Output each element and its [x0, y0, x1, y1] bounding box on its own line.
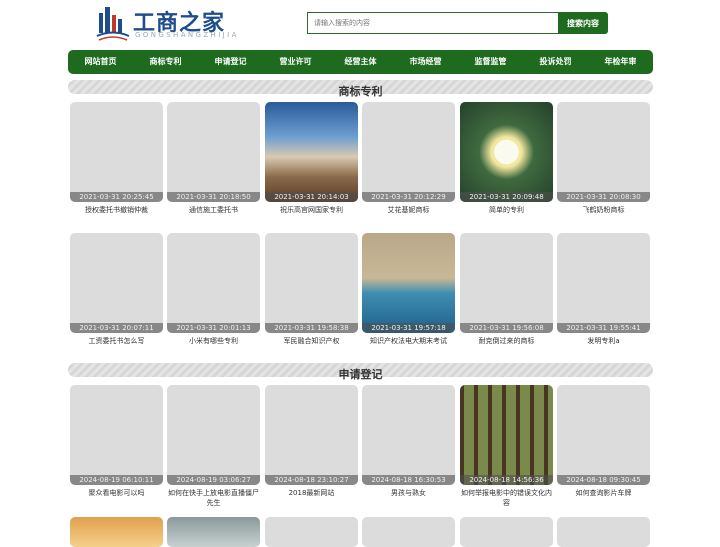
building-logo-icon — [96, 7, 130, 41]
nav-item[interactable]: 年检年审 — [588, 50, 653, 74]
site-logo[interactable]: 工商之家 GONGSHANGZHIJIA — [95, 3, 236, 43]
article-thumbnail[interactable]: 2021-03-31 19:56:08 — [460, 233, 553, 333]
article-thumbnail[interactable]: 2021-03-31 20:14:03 — [265, 102, 358, 202]
article-thumbnail[interactable]: 2024-08-19 06:10:11 — [70, 385, 163, 485]
article-thumbnail[interactable]: 2021-03-31 20:08:30 — [557, 102, 650, 202]
article-date: 2024-08-19 03:06:27 — [167, 475, 260, 485]
article-date: 2021-03-31 19:55:41 — [557, 323, 650, 333]
article-thumbnail[interactable]: 2021-03-31 19:58:38 — [265, 233, 358, 333]
article-thumbnail[interactable]: 2024-08-18 23:10:27 — [265, 385, 358, 485]
article-title-link[interactable]: 2018最新网站 — [265, 488, 358, 498]
article-thumbnail[interactable] — [167, 517, 260, 547]
article-card[interactable]: 2021-03-31 19:58:38 军民融合知识产权 — [265, 233, 358, 346]
nav-item[interactable]: 网站首页 — [68, 50, 133, 74]
article-card[interactable]: 2024-08-18 16:30:53 男孩与熟女 — [362, 385, 455, 498]
article-date: 2021-03-31 19:56:08 — [460, 323, 553, 333]
article-title-link[interactable]: 耐克倒过来的商标 — [460, 336, 553, 346]
article-date: 2021-03-31 20:08:30 — [557, 192, 650, 202]
article-card[interactable]: 2024-08-19 06:10:11 聚众看电影可以吗 — [70, 385, 163, 498]
article-card[interactable]: 2024-08-18 09:30:45 如何查询影片车牌 — [557, 385, 650, 498]
article-date: 2024-08-18 23:10:27 — [265, 475, 358, 485]
article-card[interactable]: 2024-08-18 23:10:27 2018最新网站 — [265, 385, 358, 498]
article-thumbnail[interactable]: 2021-03-31 19:57:18 — [362, 233, 455, 333]
article-thumbnail[interactable]: 2021-03-31 20:18:50 — [167, 102, 260, 202]
article-date: 2021-03-31 20:14:03 — [265, 192, 358, 202]
search-input[interactable] — [307, 12, 565, 34]
article-thumbnail[interactable]: 2021-03-31 19:55:41 — [557, 233, 650, 333]
main-nav: 网站首页 商标专利 申请登记 营业许可 经营主体 市场经营 监督监管 投诉处罚 年检年审 — [68, 50, 653, 74]
article-title-link[interactable]: 如何查询影片车牌 — [557, 488, 650, 498]
nav-item[interactable]: 投诉处罚 — [523, 50, 588, 74]
nav-item[interactable]: 监督监管 — [458, 50, 523, 74]
article-title-link[interactable]: 艾花基妮商标 — [362, 205, 455, 215]
article-title-link[interactable]: 如何在快手上放电影直播僵尸先生 — [167, 488, 260, 508]
logo-subtitle: GONGSHANGZHIJIA — [135, 31, 239, 39]
article-card[interactable]: 2021-03-31 20:01:13 小米有哪些专利 — [167, 233, 260, 346]
article-date: 2021-03-31 19:57:18 — [362, 323, 455, 333]
article-card[interactable]: 2021-03-31 20:18:50 通信施工委托书 — [167, 102, 260, 215]
nav-item[interactable]: 营业许可 — [263, 50, 328, 74]
section-title: 商标专利 — [338, 85, 383, 98]
article-title-link[interactable]: 男孩与熟女 — [362, 488, 455, 498]
article-date: 2021-03-31 20:07:11 — [70, 323, 163, 333]
article-card[interactable]: 2021-03-31 20:14:03 祝乐高官网国家专利 — [265, 102, 358, 215]
nav-item[interactable]: 经营主体 — [328, 50, 393, 74]
article-title-link[interactable]: 聚众看电影可以吗 — [70, 488, 163, 498]
article-title-link[interactable]: 授权委托书撤销仲裁 — [70, 205, 163, 215]
article-card[interactable]: 2021-03-31 19:57:18 知识产权法电大期末考试 — [362, 233, 455, 346]
article-thumbnail[interactable]: 2024-08-18 09:30:45 — [557, 385, 650, 485]
article-thumbnail[interactable]: 2021-03-31 20:07:11 — [70, 233, 163, 333]
article-title-link[interactable]: 祝乐高官网国家专利 — [265, 205, 358, 215]
article-card[interactable]: 2021-03-31 20:07:11 工资委托书怎么写 — [70, 233, 163, 346]
section-header: 申请登记 — [68, 363, 653, 381]
article-title-link[interactable]: 通信施工委托书 — [167, 205, 260, 215]
article-thumbnail[interactable] — [362, 517, 455, 547]
article-thumbnail[interactable]: 2021-03-31 20:25:45 — [70, 102, 163, 202]
search-button[interactable]: 搜索内容 — [558, 12, 608, 34]
article-title-link[interactable]: 知识产权法电大期末考试 — [362, 336, 455, 346]
article-title-link[interactable]: 小米有哪些专利 — [167, 336, 260, 346]
nav-item[interactable]: 申请登记 — [198, 50, 263, 74]
article-title-link[interactable]: 工资委托书怎么写 — [70, 336, 163, 346]
article-title-link[interactable]: 发明专利a — [557, 336, 650, 346]
article-thumbnail[interactable] — [265, 517, 358, 547]
section-title: 申请登记 — [338, 368, 383, 381]
article-date: 2021-03-31 20:01:13 — [167, 323, 260, 333]
article-thumbnail[interactable]: 2021-03-31 20:12:29 — [362, 102, 455, 202]
article-title-link[interactable]: 飞鹤奶粉商标 — [557, 205, 650, 215]
article-card[interactable]: 2024-08-19 03:06:27 如何在快手上放电影直播僵尸先生 — [167, 385, 260, 508]
article-thumbnail[interactable]: 2021-03-31 20:09:48 — [460, 102, 553, 202]
article-thumbnail[interactable] — [557, 517, 650, 547]
site-header: 工商之家 GONGSHANGZHIJIA 搜索内容 — [0, 0, 720, 48]
article-card[interactable]: 2024-08-18 14:56:36 如何举报电影中的错误文化内容 — [460, 385, 553, 508]
article-title-link[interactable]: 简单的专利 — [460, 205, 553, 215]
article-title-link[interactable]: 军民融合知识产权 — [265, 336, 358, 346]
article-card[interactable]: 2021-03-31 20:08:30 飞鹤奶粉商标 — [557, 102, 650, 215]
nav-item[interactable]: 商标专利 — [133, 50, 198, 74]
article-date: 2021-03-31 20:12:29 — [362, 192, 455, 202]
section-header: 商标专利 — [68, 80, 653, 98]
article-card[interactable]: 2021-03-31 20:25:45 授权委托书撤销仲裁 — [70, 102, 163, 215]
article-date: 2021-03-31 20:09:48 — [460, 192, 553, 202]
article-date: 2024-08-18 16:30:53 — [362, 475, 455, 485]
article-title-link[interactable]: 如何举报电影中的错误文化内容 — [460, 488, 553, 508]
article-date: 2024-08-19 06:10:11 — [70, 475, 163, 485]
article-date: 2021-03-31 20:25:45 — [70, 192, 163, 202]
article-date: 2024-08-18 14:56:36 — [460, 475, 553, 485]
article-thumbnail[interactable]: 2021-03-31 20:01:13 — [167, 233, 260, 333]
article-date: 2021-03-31 20:18:50 — [167, 192, 260, 202]
article-card[interactable]: 2021-03-31 20:09:48 简单的专利 — [460, 102, 553, 215]
article-thumbnail[interactable]: 2024-08-18 14:56:36 — [460, 385, 553, 485]
article-card[interactable]: 2021-03-31 20:12:29 艾花基妮商标 — [362, 102, 455, 215]
nav-item[interactable]: 市场经营 — [393, 50, 458, 74]
article-thumbnail[interactable] — [460, 517, 553, 547]
article-card[interactable]: 2021-03-31 19:55:41 发明专利a — [557, 233, 650, 346]
article-thumbnail[interactable] — [70, 517, 163, 547]
article-date: 2021-03-31 19:58:38 — [265, 323, 358, 333]
article-thumbnail[interactable]: 2024-08-18 16:30:53 — [362, 385, 455, 485]
article-card[interactable]: 2021-03-31 19:56:08 耐克倒过来的商标 — [460, 233, 553, 346]
article-date: 2024-08-18 09:30:45 — [557, 475, 650, 485]
article-thumbnail[interactable]: 2024-08-19 03:06:27 — [167, 385, 260, 485]
